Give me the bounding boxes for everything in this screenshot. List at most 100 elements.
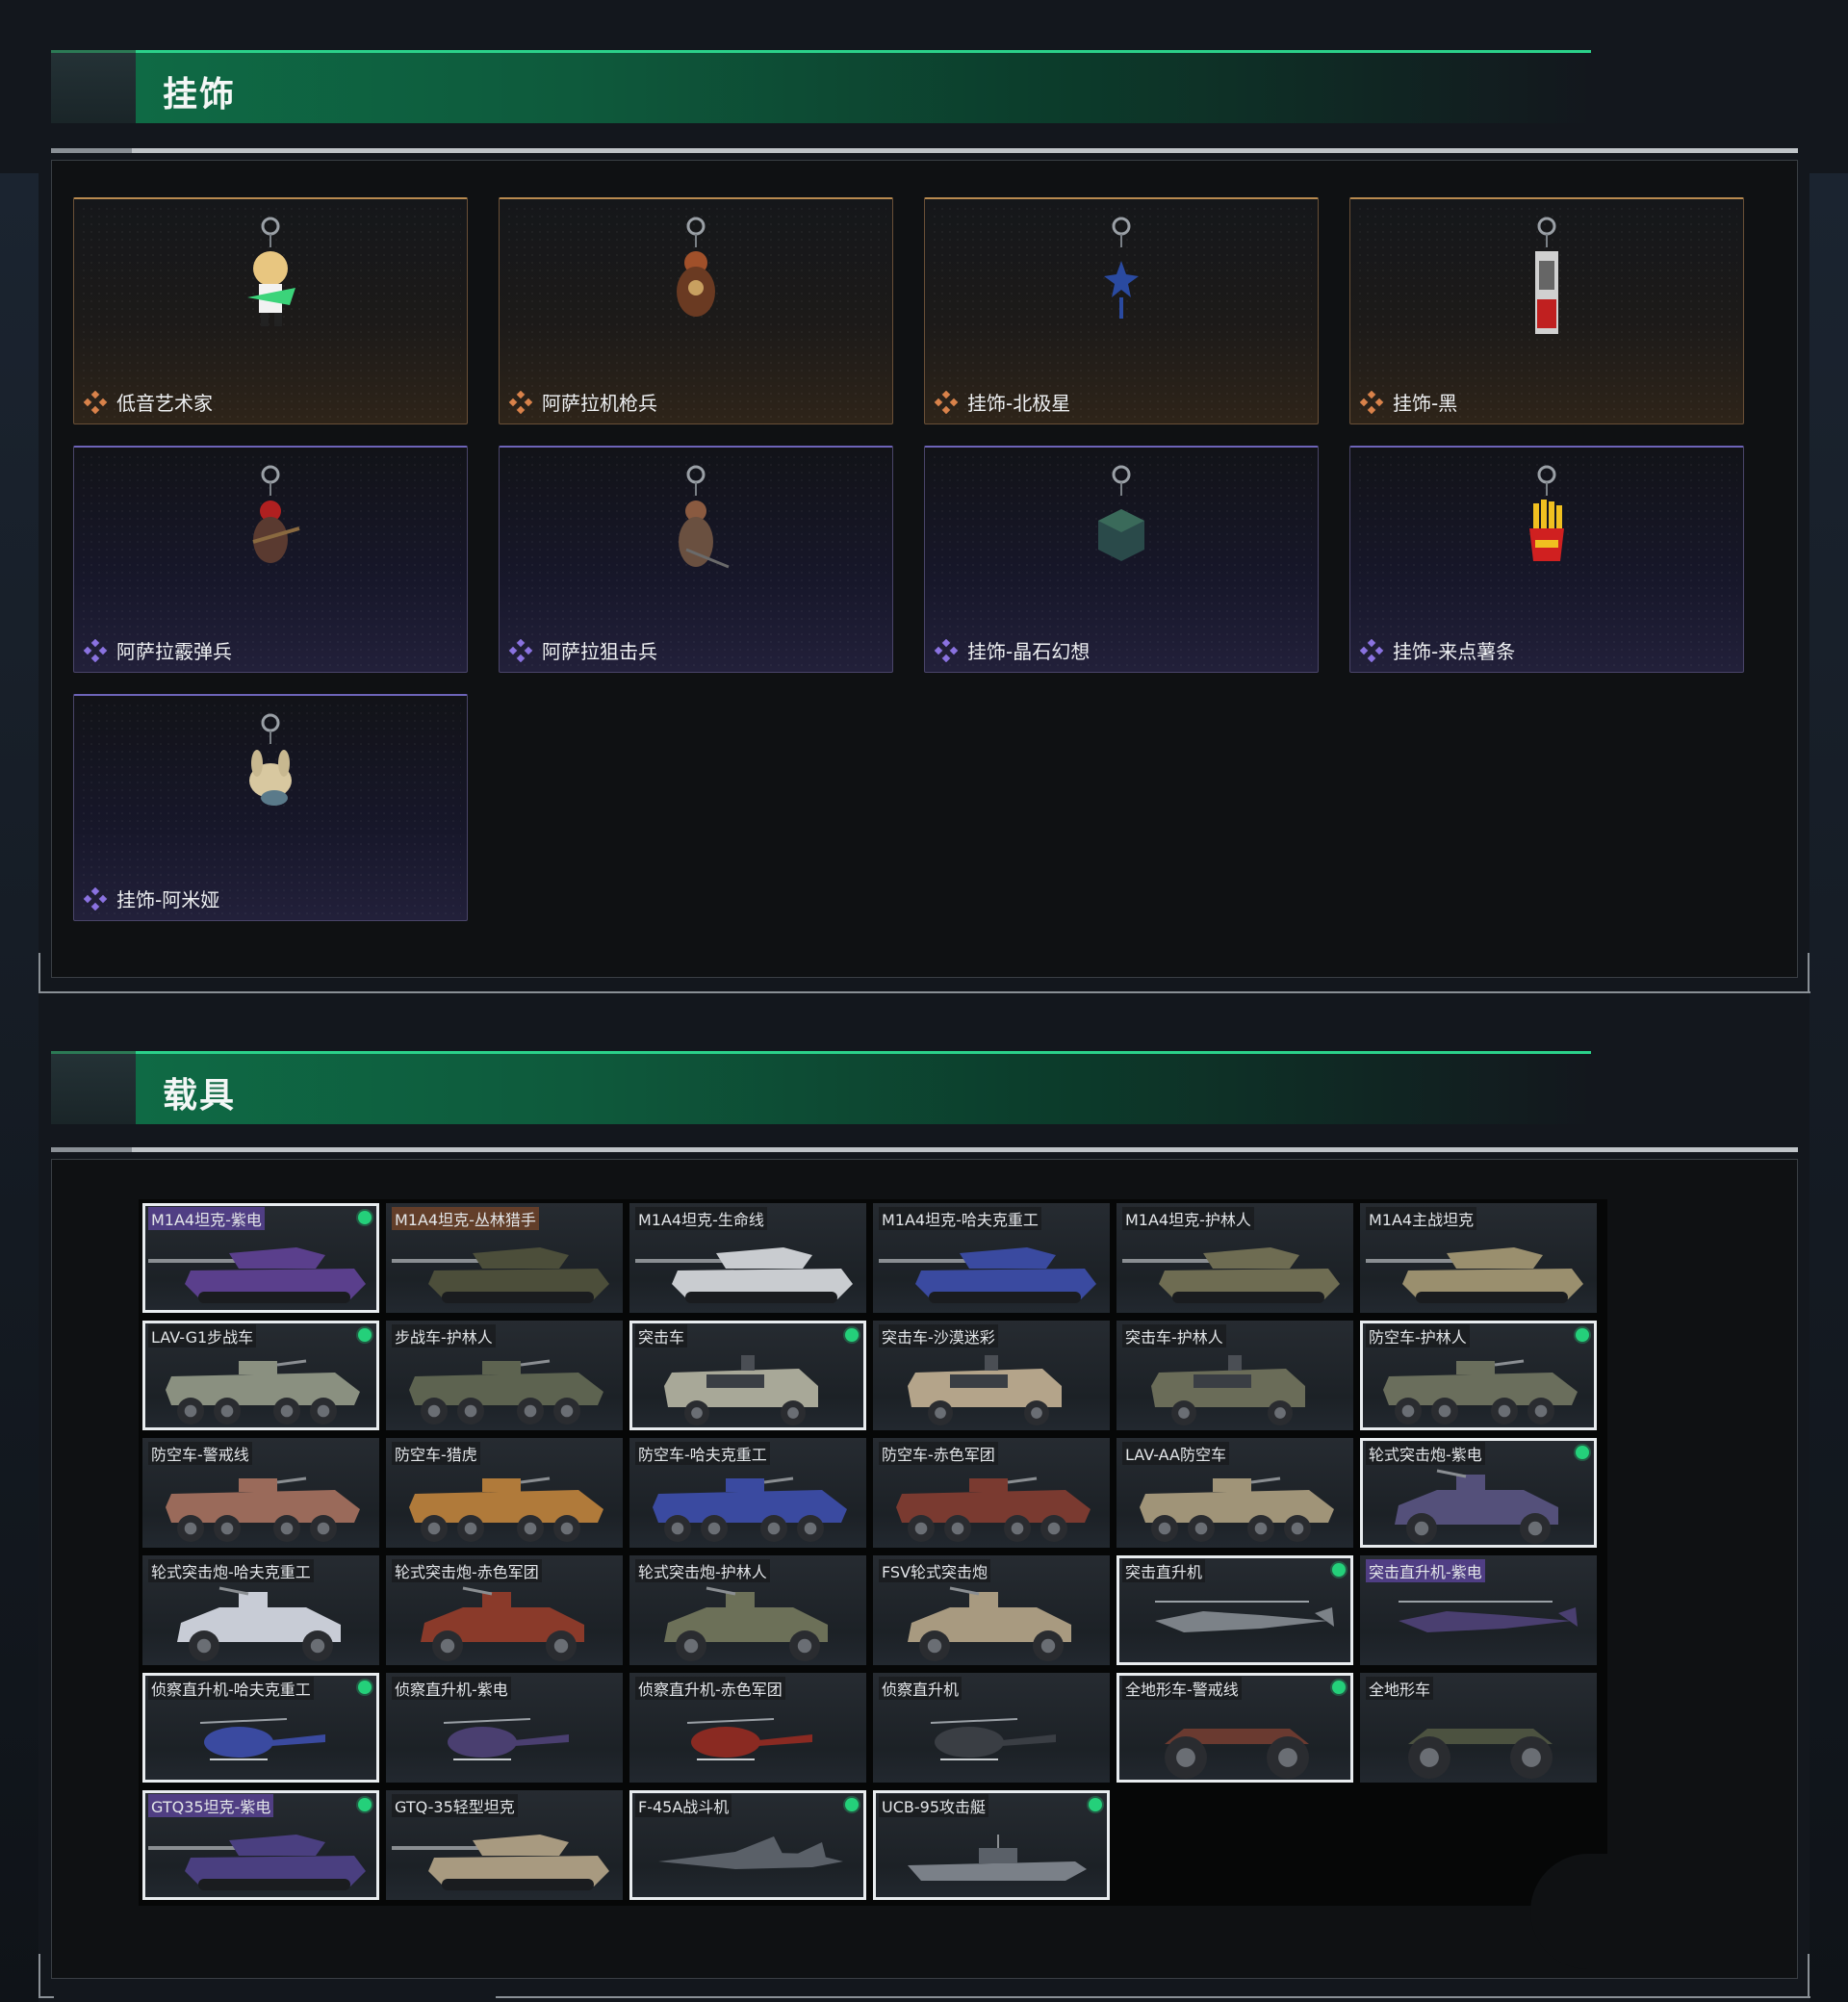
pendant-card[interactable]: 挂饰-阿米娅: [73, 694, 468, 921]
vehicle-card[interactable]: 轮式突击炮-护林人: [629, 1555, 866, 1665]
panel-corner-decoration: [496, 991, 1810, 993]
vehicle-card[interactable]: GTQ-35轻型坦克: [386, 1790, 623, 1900]
vehicle-card[interactable]: 防空车-哈夫克重工: [629, 1438, 866, 1548]
panel-corner-decoration: [38, 953, 54, 993]
panel-corner-decoration: [38, 1954, 54, 1998]
pendant-card[interactable]: 阿萨拉狙击兵: [499, 446, 893, 673]
vehicle-name: 步战车-护林人: [392, 1324, 496, 1348]
vehicle-card[interactable]: 轮式突击炮-哈夫克重工: [142, 1555, 379, 1665]
rarity-diamond-icon: [1359, 638, 1384, 663]
vehicle-card[interactable]: M1A4坦克-哈夫克重工: [873, 1203, 1110, 1313]
owned-indicator-icon: [845, 1328, 859, 1342]
vehicle-card[interactable]: M1A4主战坦克: [1360, 1203, 1597, 1313]
pendant-card[interactable]: 挂饰-来点薯条: [1349, 446, 1744, 673]
vehicle-name: 侦察直升机-哈夫克重工: [148, 1677, 314, 1700]
pendants-panel: 低音艺术家 阿萨拉机枪兵 挂饰-北极星 挂饰-黑阿萨拉霰弹兵 阿萨拉狙击兵 挂饰-晶石幻想…: [51, 160, 1798, 978]
header-bar: 载具: [136, 1051, 1591, 1124]
vehicle-name: 轮式突击炮-紫电: [1366, 1442, 1485, 1465]
vehicles-section-title: 载具: [163, 1076, 237, 1116]
vehicle-card[interactable]: 侦察直升机: [873, 1673, 1110, 1783]
owned-indicator-icon: [358, 1211, 372, 1224]
pendant-card[interactable]: 挂饰-黑: [1349, 197, 1744, 424]
vehicle-card[interactable]: F-45A战斗机: [629, 1790, 866, 1900]
pendant-card[interactable]: 阿萨拉霰弹兵: [73, 446, 468, 673]
vehicle-name: GTQ35坦克-紫电: [148, 1794, 274, 1817]
vehicle-card[interactable]: FSV轮式突击炮: [873, 1555, 1110, 1665]
vehicle-card[interactable]: 防空车-警戒线: [142, 1438, 379, 1548]
vehicle-name: M1A4坦克-丛林猎手: [392, 1207, 539, 1230]
rarity-diamond-icon: [1359, 390, 1384, 415]
gunner-figure-icon: [677, 217, 715, 317]
vehicle-card[interactable]: M1A4坦克-生命线: [629, 1203, 866, 1313]
header-tab-decoration: [51, 50, 136, 123]
vehicle-card[interactable]: 全地形车: [1360, 1673, 1597, 1783]
vehicle-name: FSV轮式突击炮: [879, 1559, 991, 1582]
left-edge-decoration: [0, 173, 38, 2002]
vehicle-card[interactable]: LAV-AA防空车: [1116, 1438, 1353, 1548]
pendant-card[interactable]: 阿萨拉机枪兵: [499, 197, 893, 424]
pendant-card[interactable]: 挂饰-北极星: [924, 197, 1319, 424]
header-tab-decoration: [51, 1051, 136, 1124]
vehicle-card[interactable]: GTQ35坦克-紫电: [142, 1790, 379, 1900]
vehicle-card[interactable]: 突击车-护林人: [1116, 1321, 1353, 1430]
crystal-cube-icon: [1098, 465, 1144, 561]
vehicle-card[interactable]: M1A4坦克-丛林猎手: [386, 1203, 623, 1313]
vehicle-card[interactable]: M1A4坦克-护林人: [1116, 1203, 1353, 1313]
owned-indicator-icon: [358, 1798, 372, 1811]
rarity-diamond-icon: [508, 390, 533, 415]
owned-indicator-icon: [1576, 1446, 1589, 1459]
vehicles-divider: [51, 1147, 1798, 1152]
vehicle-card[interactable]: 突击车-沙漠迷彩: [873, 1321, 1110, 1430]
vehicle-name: 防空车-赤色军团: [879, 1442, 998, 1465]
vehicle-card[interactable]: 防空车-护林人: [1360, 1321, 1597, 1430]
rarity-diamond-icon: [83, 390, 108, 415]
vehicle-card[interactable]: 突击直升机: [1116, 1555, 1353, 1665]
owned-indicator-icon: [1332, 1681, 1346, 1694]
vehicle-name: 全地形车-警戒线: [1122, 1677, 1242, 1700]
vehicle-card[interactable]: 突击车: [629, 1321, 866, 1430]
vehicle-name: 侦察直升机-紫电: [392, 1677, 511, 1700]
vehicle-name: 轮式突击炮-护林人: [635, 1559, 770, 1582]
owned-indicator-icon: [1332, 1563, 1346, 1577]
panel-corner-decoration: [1794, 953, 1810, 993]
panel-corner-decoration: [496, 1996, 1810, 1998]
vehicle-card[interactable]: 轮式突击炮-赤色军团: [386, 1555, 623, 1665]
pendant-name: 挂饰-黑: [1393, 392, 1458, 415]
vehicle-card[interactable]: 侦察直升机-赤色军团: [629, 1673, 866, 1783]
pendant-name: 挂饰-晶石幻想: [967, 640, 1091, 663]
rarity-diamond-icon: [508, 638, 533, 663]
vehicle-card[interactable]: 防空车-赤色军团: [873, 1438, 1110, 1548]
owned-indicator-icon: [1576, 1328, 1589, 1342]
pendant-card[interactable]: 挂饰-晶石幻想: [924, 446, 1319, 673]
pendant-card[interactable]: 低音艺术家: [73, 197, 468, 424]
vehicle-name: GTQ-35轻型坦克: [392, 1794, 518, 1817]
vehicle-name: 防空车-警戒线: [148, 1442, 252, 1465]
vehicle-card[interactable]: LAV-G1步战车: [142, 1321, 379, 1430]
vehicle-name: 突击直升机: [1122, 1559, 1206, 1582]
floating-widget[interactable]: [1530, 1854, 1781, 1969]
plush-pendant-icon: [249, 713, 292, 806]
owned-indicator-icon: [1089, 1798, 1102, 1811]
vehicle-card[interactable]: 侦察直升机-紫电: [386, 1673, 623, 1783]
vehicle-name: 突击车-护林人: [1122, 1324, 1226, 1348]
vehicle-name: LAV-G1步战车: [148, 1324, 257, 1348]
vehicle-card[interactable]: 侦察直升机-哈夫克重工: [142, 1673, 379, 1783]
sniper-figure-icon: [679, 465, 730, 569]
pendant-name: 挂饰-来点薯条: [1393, 640, 1516, 663]
vehicle-name: M1A4主战坦克: [1366, 1207, 1477, 1230]
vehicle-card[interactable]: UCB-95攻击艇: [873, 1790, 1110, 1900]
vehicle-name: 突击车: [635, 1324, 688, 1348]
vehicle-name: 轮式突击炮-赤色军团: [392, 1559, 542, 1582]
vehicle-card[interactable]: 步战车-护林人: [386, 1321, 623, 1430]
vehicle-name: F-45A战斗机: [635, 1794, 732, 1817]
pendant-name: 挂饰-北极星: [967, 392, 1071, 415]
pendants-divider: [51, 148, 1798, 153]
vehicle-card[interactable]: 全地形车-警戒线: [1116, 1673, 1353, 1783]
vehicle-card[interactable]: M1A4坦克-紫电: [142, 1203, 379, 1313]
vehicle-card[interactable]: 突击直升机-紫电: [1360, 1555, 1597, 1665]
rarity-diamond-icon: [934, 638, 959, 663]
vehicles-section-header: 载具: [51, 1051, 1591, 1124]
bassist-figure-icon: [247, 217, 295, 326]
vehicle-card[interactable]: 轮式突击炮-紫电: [1360, 1438, 1597, 1548]
vehicle-card[interactable]: 防空车-猎虎: [386, 1438, 623, 1548]
